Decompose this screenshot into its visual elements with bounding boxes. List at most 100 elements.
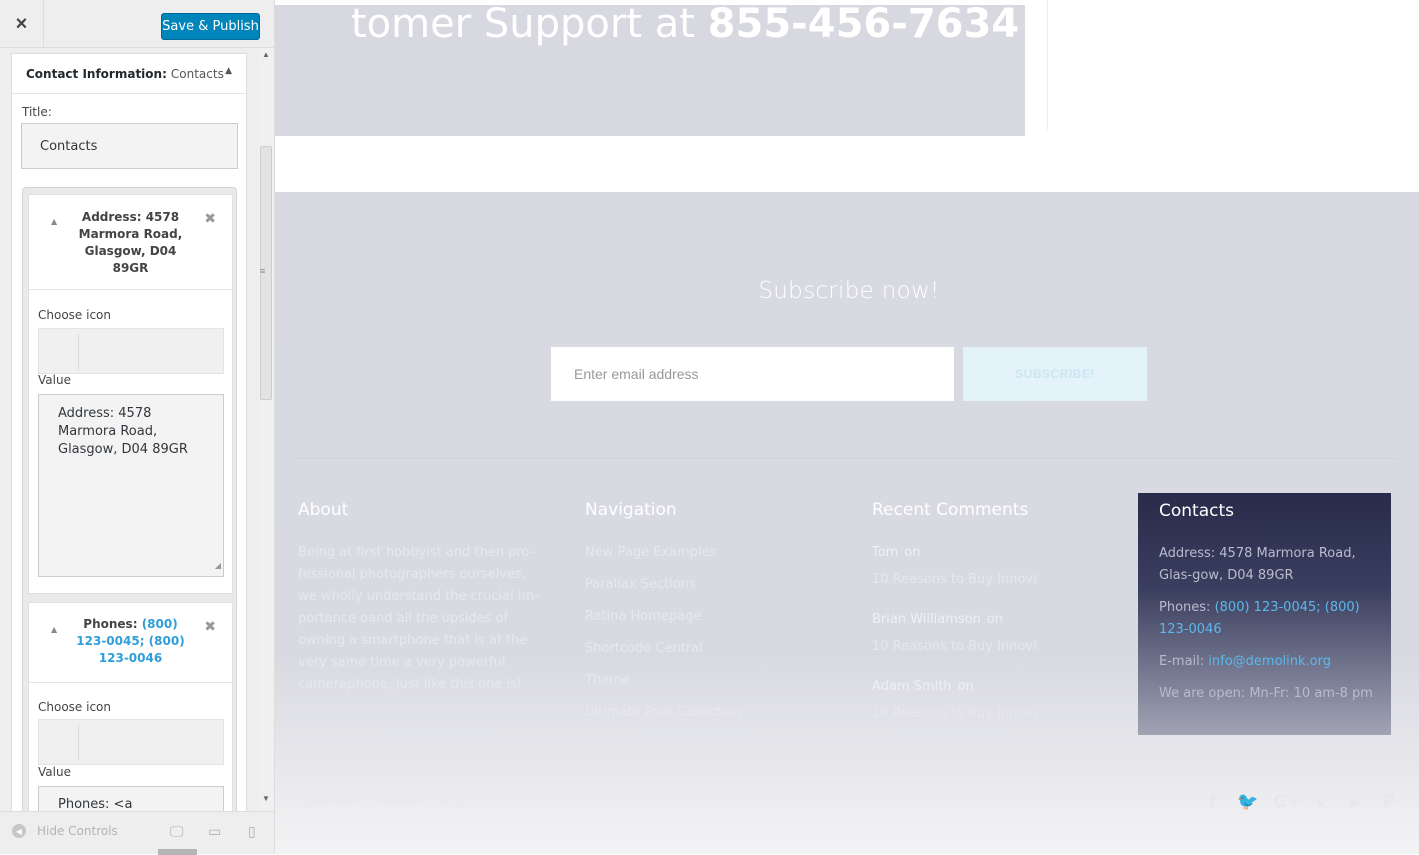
comment-post-link[interactable]: 10 Reasons to Buy Innovi — [872, 706, 1037, 721]
contact-item-address: ▲ Address: 4578 Marmora Road, Glasgow, D… — [28, 194, 233, 594]
choose-icon-label: Choose icon — [38, 308, 111, 322]
email-link[interactable]: info@demolink.org — [1208, 654, 1331, 669]
item-title-line: 89GR — [112, 261, 149, 275]
phone-link[interactable]: (800) 123-0045 — [1215, 600, 1317, 615]
customizer-footer: ◀ Hide Controls 🖵 ▭ ▯ — [0, 811, 274, 855]
comment-item: Adam Smith on — [872, 679, 974, 694]
caret-up-icon[interactable]: ▲ — [225, 66, 232, 76]
comment-author-link[interactable]: Brian Williamson — [872, 612, 981, 627]
contacts-address: Address: 4578 Marmora Road, Glas-gow, D0… — [1159, 546, 1356, 583]
recent-comments-title: Recent Comments — [872, 500, 1029, 520]
comment-author-link[interactable]: Tom — [872, 545, 898, 560]
subscribe-title: Subscribe now! — [758, 278, 940, 304]
item-title-link: (800) — [141, 617, 178, 631]
subscribe-button[interactable]: SUBSCRIBE! — [963, 347, 1147, 401]
icon-picker[interactable] — [38, 719, 224, 765]
comment-on-text: on — [986, 612, 1004, 627]
support-phone[interactable]: 855-456-7634 — [708, 1, 1020, 47]
remove-item-icon[interactable]: ✖ — [204, 619, 216, 636]
nav-link[interactable]: Theme — [585, 673, 630, 688]
youtube-icon[interactable]: ▶ — [1350, 792, 1363, 812]
active-device-indicator — [158, 849, 197, 855]
title-input[interactable]: Contacts — [21, 123, 238, 169]
contacts-title: Contacts — [1159, 501, 1234, 521]
nav-link[interactable]: Shortcode Central — [585, 641, 703, 656]
contacts-email: E-mail: info@demolink.org — [1159, 651, 1391, 673]
facebook-icon[interactable]: f — [1209, 792, 1216, 812]
title-label: Title: — [22, 105, 52, 119]
value-label: Value — [38, 765, 71, 779]
google-plus-icon[interactable]: G+ — [1273, 792, 1301, 812]
collapse-arrow-icon[interactable]: ◀ — [12, 824, 26, 838]
tablet-preview-icon[interactable]: ▭ — [208, 823, 221, 840]
contact-item-phones: ▲ Phones: (800) 123-0045; (800) 123-0046… — [28, 602, 233, 811]
comment-post-link[interactable]: 10 Reasons to Buy Innovi — [872, 572, 1037, 587]
comment-on-text: on — [957, 679, 974, 694]
item-title-line: Glasgow, D04 — [84, 244, 177, 258]
contact-information-widget: Contact Information: Contacts ▲ Title: C… — [11, 53, 247, 811]
footer-divider — [297, 458, 1397, 459]
icon-picker[interactable] — [38, 328, 224, 374]
item-title-link: 123-0046 — [98, 651, 163, 665]
twitter-icon[interactable]: 🐦 — [1237, 792, 1258, 812]
widget-header[interactable]: Contact Information: Contacts ▲ — [12, 54, 246, 94]
desktop-preview-icon[interactable]: 🖵 — [170, 823, 184, 840]
phone-separator: ; — [1316, 600, 1325, 615]
scroll-up-icon[interactable]: ▲ — [262, 50, 270, 59]
support-banner: tomer Support at 855-456-7634 — [275, 1, 1025, 136]
item-title-prefix: Phones: — [83, 617, 138, 631]
email-input[interactable]: Enter email address — [551, 347, 954, 401]
grip-icon: ≡ — [260, 266, 266, 276]
value-textarea[interactable]: Address: 4578 Marmora Road, Glasgow, D04… — [38, 394, 224, 577]
caret-up-icon[interactable]: ▲ — [51, 213, 57, 230]
support-text: tomer Support at 855-456-7634 — [351, 1, 1019, 47]
about-title: About — [298, 500, 349, 520]
picker-divider — [78, 334, 79, 370]
item-title-line: Phones: (800) — [29, 616, 232, 633]
copyright-text: OptiPhone Theme © 2017 — [298, 794, 469, 809]
contacts-hours: We are open: Mn-Fr: 10 am-8 pm — [1159, 686, 1373, 701]
close-icon[interactable]: × — [0, 0, 44, 48]
item-title-link: 123-0045; (800) — [76, 634, 185, 648]
scroll-down-icon[interactable]: ▼ — [262, 794, 270, 803]
item-header[interactable]: ▲ Address: 4578 Marmora Road, Glasgow, D… — [29, 195, 232, 290]
sidebar-scrollbar[interactable]: ▲ ≡ ▼ — [258, 48, 274, 811]
contacts-phones: Phones: (800) 123-0045; (800) 123-0046 — [1159, 597, 1391, 641]
nav-link[interactable]: New Page Examples — [585, 545, 716, 560]
about-text: Being at first hobbyist and then pro-fes… — [298, 545, 539, 692]
nav-link[interactable]: Ultimate Font Collection — [585, 705, 741, 720]
nav-link[interactable]: Retina Homepage — [585, 609, 701, 624]
comment-author-link[interactable]: Adam Smith — [872, 679, 952, 694]
comment-post-link[interactable]: 10 Reasons to Buy Innovi — [872, 639, 1037, 654]
divider — [1047, 0, 1048, 130]
value-textarea[interactable]: Phones: <a — [38, 786, 224, 811]
customizer-scroll-area: Contact Information: Contacts ▲ Title: C… — [0, 48, 274, 811]
comment-item: Tom on — [872, 545, 921, 560]
customizer-header: × Save & Publish — [0, 0, 274, 48]
picker-divider — [78, 725, 79, 761]
value-text: Address: 4578 Marmora Road, Glasgow, D04… — [58, 406, 188, 457]
remove-item-icon[interactable]: ✖ — [204, 211, 216, 228]
save-publish-button[interactable]: Save & Publish — [161, 13, 260, 40]
pinterest-icon[interactable]: P — [1383, 792, 1395, 812]
widget-name: Contacts — [170, 66, 224, 81]
comment-item: Brian Williamson on — [872, 612, 1003, 627]
caret-up-icon[interactable]: ▲ — [51, 621, 57, 638]
hide-controls-button[interactable]: Hide Controls — [37, 824, 118, 838]
contacts-widget[interactable]: Contacts Address: 4578 Marmora Road, Gla… — [1138, 493, 1391, 735]
contact-items-repeater: ▲ Address: 4578 Marmora Road, Glasgow, D… — [22, 187, 237, 811]
value-label: Value — [38, 373, 71, 387]
nav-link[interactable]: Parallax Sections — [585, 577, 696, 592]
resize-handle-icon[interactable]: ◢ — [215, 557, 221, 575]
item-title-line: Marmora Road, — [78, 227, 183, 241]
customizer-sidebar: × Save & Publish Contact Information: Co… — [0, 0, 275, 855]
comment-on-text: on — [904, 545, 921, 560]
vimeo-icon[interactable]: v — [1316, 792, 1327, 812]
site-preview: tomer Support at 855-456-7634 Subscribe … — [275, 0, 1419, 854]
widget-type-label: Contact Information: — [26, 66, 167, 81]
email-label: E-mail: — [1159, 654, 1205, 669]
item-header[interactable]: ▲ Phones: (800) 123-0045; (800) 123-0046… — [29, 603, 232, 683]
item-title-line: Address: 4578 — [81, 210, 180, 224]
phones-label: Phones: — [1159, 600, 1211, 615]
mobile-preview-icon[interactable]: ▯ — [248, 823, 256, 840]
